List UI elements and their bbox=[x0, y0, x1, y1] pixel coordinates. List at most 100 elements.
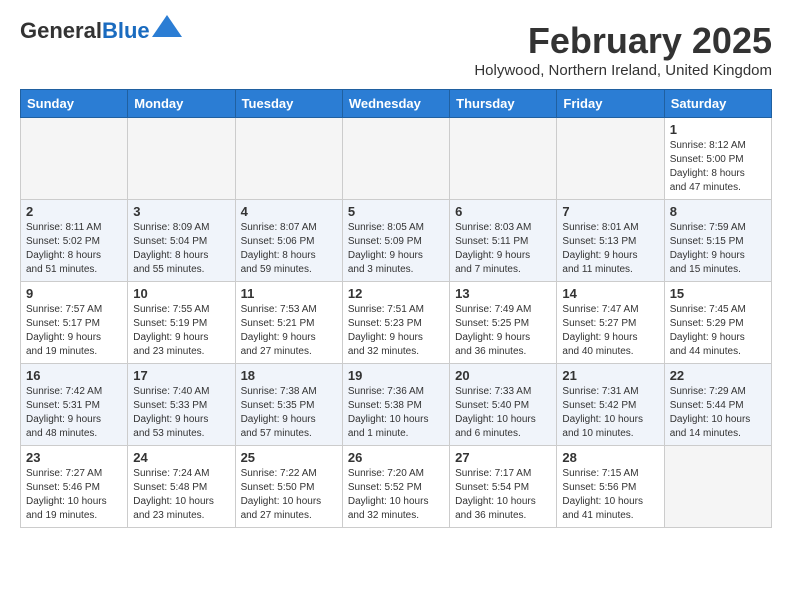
day-number: 28 bbox=[562, 450, 658, 465]
table-row: 13 Sunrise: 7:49 AM Sunset: 5:25 PM Dayli… bbox=[450, 282, 557, 364]
day-number: 24 bbox=[133, 450, 229, 465]
day-number: 25 bbox=[241, 450, 337, 465]
day-info: Sunrise: 8:01 AM Sunset: 5:13 PM Dayligh… bbox=[562, 221, 658, 277]
table-row bbox=[235, 118, 342, 200]
day-info: Sunrise: 7:17 AM Sunset: 5:54 PM Dayligh… bbox=[455, 467, 551, 523]
calendar-week-row: 16 Sunrise: 7:42 AM Sunset: 5:31 PM Dayli… bbox=[21, 364, 772, 446]
day-number: 23 bbox=[26, 450, 122, 465]
table-row: 2 Sunrise: 8:11 AM Sunset: 5:02 PM Daylig… bbox=[21, 200, 128, 282]
day-number: 15 bbox=[670, 286, 766, 301]
page-header: GeneralBlue February 2025 Holywood, Nort… bbox=[20, 20, 772, 79]
day-number: 8 bbox=[670, 204, 766, 219]
table-row: 1 Sunrise: 8:12 AM Sunset: 5:00 PM Daylig… bbox=[664, 118, 771, 200]
day-info: Sunrise: 7:36 AM Sunset: 5:38 PM Dayligh… bbox=[348, 385, 444, 441]
table-row bbox=[21, 118, 128, 200]
calendar-week-row: 9 Sunrise: 7:57 AM Sunset: 5:17 PM Daylig… bbox=[21, 282, 772, 364]
day-info: Sunrise: 8:07 AM Sunset: 5:06 PM Dayligh… bbox=[241, 221, 337, 277]
day-number: 14 bbox=[562, 286, 658, 301]
day-info: Sunrise: 8:09 AM Sunset: 5:04 PM Dayligh… bbox=[133, 221, 229, 277]
day-number: 9 bbox=[26, 286, 122, 301]
table-row: 21 Sunrise: 7:31 AM Sunset: 5:42 PM Dayli… bbox=[557, 364, 664, 446]
logo-icon bbox=[152, 15, 182, 37]
calendar-week-row: 23 Sunrise: 7:27 AM Sunset: 5:46 PM Dayli… bbox=[21, 446, 772, 528]
table-row: 19 Sunrise: 7:36 AM Sunset: 5:38 PM Dayli… bbox=[342, 364, 449, 446]
day-number: 11 bbox=[241, 286, 337, 301]
table-row bbox=[557, 118, 664, 200]
header-thursday: Thursday bbox=[450, 90, 557, 118]
day-number: 6 bbox=[455, 204, 551, 219]
header-saturday: Saturday bbox=[664, 90, 771, 118]
day-info: Sunrise: 7:27 AM Sunset: 5:46 PM Dayligh… bbox=[26, 467, 122, 523]
day-number: 22 bbox=[670, 368, 766, 383]
day-info: Sunrise: 7:38 AM Sunset: 5:35 PM Dayligh… bbox=[241, 385, 337, 441]
table-row: 22 Sunrise: 7:29 AM Sunset: 5:44 PM Dayli… bbox=[664, 364, 771, 446]
table-row: 20 Sunrise: 7:33 AM Sunset: 5:40 PM Dayli… bbox=[450, 364, 557, 446]
day-number: 19 bbox=[348, 368, 444, 383]
table-row: 27 Sunrise: 7:17 AM Sunset: 5:54 PM Dayli… bbox=[450, 446, 557, 528]
day-number: 16 bbox=[26, 368, 122, 383]
logo-text: GeneralBlue bbox=[20, 20, 150, 42]
day-info: Sunrise: 7:59 AM Sunset: 5:15 PM Dayligh… bbox=[670, 221, 766, 277]
table-row: 8 Sunrise: 7:59 AM Sunset: 5:15 PM Daylig… bbox=[664, 200, 771, 282]
table-row: 3 Sunrise: 8:09 AM Sunset: 5:04 PM Daylig… bbox=[128, 200, 235, 282]
day-number: 1 bbox=[670, 122, 766, 137]
day-number: 3 bbox=[133, 204, 229, 219]
day-number: 5 bbox=[348, 204, 444, 219]
calendar-table: Sunday Monday Tuesday Wednesday Thursday… bbox=[20, 89, 772, 528]
day-info: Sunrise: 7:20 AM Sunset: 5:52 PM Dayligh… bbox=[348, 467, 444, 523]
day-info: Sunrise: 8:11 AM Sunset: 5:02 PM Dayligh… bbox=[26, 221, 122, 277]
day-number: 21 bbox=[562, 368, 658, 383]
table-row: 4 Sunrise: 8:07 AM Sunset: 5:06 PM Daylig… bbox=[235, 200, 342, 282]
table-row: 18Sunrise: 7:38 AM Sunset: 5:35 PM Dayli… bbox=[235, 364, 342, 446]
table-row: 7 Sunrise: 8:01 AM Sunset: 5:13 PM Daylig… bbox=[557, 200, 664, 282]
table-row: 11 Sunrise: 7:53 AM Sunset: 5:21 PM Dayli… bbox=[235, 282, 342, 364]
day-info: Sunrise: 7:31 AM Sunset: 5:42 PM Dayligh… bbox=[562, 385, 658, 441]
day-info: Sunrise: 7:57 AM Sunset: 5:17 PM Dayligh… bbox=[26, 303, 122, 359]
table-row: 24Sunrise: 7:24 AM Sunset: 5:48 PM Dayli… bbox=[128, 446, 235, 528]
day-info: Sunrise: 7:22 AM Sunset: 5:50 PM Dayligh… bbox=[241, 467, 337, 523]
table-row: 23 Sunrise: 7:27 AM Sunset: 5:46 PM Dayli… bbox=[21, 446, 128, 528]
day-info: Sunrise: 8:05 AM Sunset: 5:09 PM Dayligh… bbox=[348, 221, 444, 277]
table-row: 26Sunrise: 7:20 AM Sunset: 5:52 PM Dayli… bbox=[342, 446, 449, 528]
day-number: 27 bbox=[455, 450, 551, 465]
table-row: 17 Sunrise: 7:40 AM Sunset: 5:33 PM Dayli… bbox=[128, 364, 235, 446]
header-sunday: Sunday bbox=[21, 90, 128, 118]
day-number: 4 bbox=[241, 204, 337, 219]
table-row: 28 Sunrise: 7:15 AM Sunset: 5:56 PM Dayli… bbox=[557, 446, 664, 528]
day-info: Sunrise: 7:47 AM Sunset: 5:27 PM Dayligh… bbox=[562, 303, 658, 359]
table-row: 6 Sunrise: 8:03 AM Sunset: 5:11 PM Daylig… bbox=[450, 200, 557, 282]
day-number: 17 bbox=[133, 368, 229, 383]
day-number: 2 bbox=[26, 204, 122, 219]
calendar-week-row: 1 Sunrise: 8:12 AM Sunset: 5:00 PM Daylig… bbox=[21, 118, 772, 200]
month-year-title: February 2025 bbox=[474, 20, 772, 62]
day-info: Sunrise: 7:49 AM Sunset: 5:25 PM Dayligh… bbox=[455, 303, 551, 359]
table-row: 10 Sunrise: 7:55 AM Sunset: 5:19 PM Dayli… bbox=[128, 282, 235, 364]
table-row: 12 Sunrise: 7:51 AM Sunset: 5:23 PM Dayli… bbox=[342, 282, 449, 364]
day-number: 10 bbox=[133, 286, 229, 301]
day-info: Sunrise: 7:40 AM Sunset: 5:33 PM Dayligh… bbox=[133, 385, 229, 441]
day-info: Sunrise: 7:45 AM Sunset: 5:29 PM Dayligh… bbox=[670, 303, 766, 359]
day-info: Sunrise: 7:29 AM Sunset: 5:44 PM Dayligh… bbox=[670, 385, 766, 441]
day-info: Sunrise: 7:42 AM Sunset: 5:31 PM Dayligh… bbox=[26, 385, 122, 441]
day-info: Sunrise: 7:15 AM Sunset: 5:56 PM Dayligh… bbox=[562, 467, 658, 523]
day-number: 13 bbox=[455, 286, 551, 301]
table-row: 9 Sunrise: 7:57 AM Sunset: 5:17 PM Daylig… bbox=[21, 282, 128, 364]
day-info: Sunrise: 8:03 AM Sunset: 5:11 PM Dayligh… bbox=[455, 221, 551, 277]
day-number: 20 bbox=[455, 368, 551, 383]
table-row: 5 Sunrise: 8:05 AM Sunset: 5:09 PM Daylig… bbox=[342, 200, 449, 282]
day-info: Sunrise: 8:12 AM Sunset: 5:00 PM Dayligh… bbox=[670, 139, 766, 195]
day-number: 7 bbox=[562, 204, 658, 219]
day-info: Sunrise: 7:53 AM Sunset: 5:21 PM Dayligh… bbox=[241, 303, 337, 359]
day-info: Sunrise: 7:51 AM Sunset: 5:23 PM Dayligh… bbox=[348, 303, 444, 359]
day-number: 12 bbox=[348, 286, 444, 301]
title-block: February 2025 Holywood, Northern Ireland… bbox=[474, 20, 772, 79]
header-tuesday: Tuesday bbox=[235, 90, 342, 118]
table-row: 14 Sunrise: 7:47 AM Sunset: 5:27 PM Dayli… bbox=[557, 282, 664, 364]
table-row: 15 Sunrise: 7:45 AM Sunset: 5:29 PM Dayli… bbox=[664, 282, 771, 364]
calendar-week-row: 2 Sunrise: 8:11 AM Sunset: 5:02 PM Daylig… bbox=[21, 200, 772, 282]
table-row bbox=[342, 118, 449, 200]
location-subtitle: Holywood, Northern Ireland, United Kingd… bbox=[474, 62, 772, 79]
table-row bbox=[128, 118, 235, 200]
day-info: Sunrise: 7:55 AM Sunset: 5:19 PM Dayligh… bbox=[133, 303, 229, 359]
day-info: Sunrise: 7:33 AM Sunset: 5:40 PM Dayligh… bbox=[455, 385, 551, 441]
